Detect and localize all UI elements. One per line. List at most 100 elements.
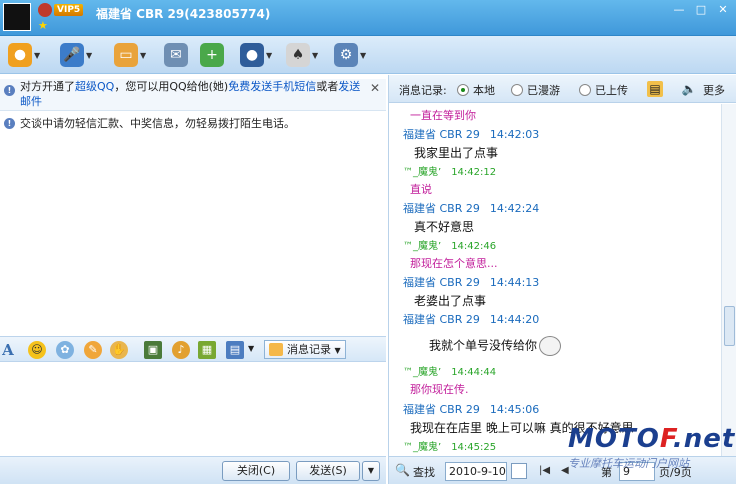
- sms-icon: +: [200, 43, 224, 67]
- radio-roamed[interactable]: 已漫游: [511, 82, 560, 98]
- super-qq-link[interactable]: 超级QQ: [75, 80, 114, 93]
- main-toolbar: ▼ 🎤 ▼ ▭ ▼ ✉ + ● ▼ ♠ ▼ ⚙ ▼: [0, 36, 736, 74]
- history-scrollbar[interactable]: [721, 104, 736, 456]
- chevron-down-icon[interactable]: ▼: [140, 51, 148, 60]
- maximize-button[interactable]: □: [692, 2, 710, 18]
- message-log[interactable]: 一直在等到你 福建省 CBR 29 14:42:03 我家里出了点事 ™_魔鬼’ 1…: [389, 104, 721, 456]
- message-sender: ™_魔鬼’ 14:44:44: [403, 363, 496, 378]
- message-time: 14:44:13: [489, 276, 540, 289]
- microphone-icon: 🎤: [60, 43, 84, 67]
- title-bar: VIP5 ★ 福建省 CBR 29(423805774) — □ ✕: [0, 0, 736, 36]
- send-bar: 关闭(C) 发送(S) ▼: [0, 456, 386, 484]
- date-field[interactable]: 2010-9-10: [445, 462, 507, 481]
- qq-penguin-icon: [38, 3, 52, 17]
- info-icon: !: [4, 85, 15, 96]
- sender-name: 福建省 CBR 29: [403, 313, 480, 326]
- history-header: 消息记录: 本地 已漫游 已上传 ▤ 🔈 更多: [389, 75, 736, 103]
- sender-name: ™_魔鬼’: [403, 367, 442, 378]
- chevron-down-icon[interactable]: ▼: [266, 51, 274, 60]
- sender-name: 福建省 CBR 29: [403, 276, 480, 289]
- message-sender: ™_魔鬼’ 14:42:46: [403, 237, 496, 252]
- notice-text: 对方开通了: [20, 80, 75, 93]
- sender-name: ™_魔鬼’: [403, 241, 442, 252]
- chevron-down-icon[interactable]: ▼: [360, 51, 368, 60]
- format-toolbar: A ☺ ✿ ✎ ✋ ▣ ♪ ▦ ▤ ▼ 消息记录 ▼: [0, 336, 386, 362]
- super-qq-notice: ! 对方开通了超级QQ，您可以用QQ给他(她)免费发送手机短信或者发送邮件 ✕: [0, 79, 386, 111]
- send-button[interactable]: 发送(S): [296, 461, 360, 481]
- font-icon[interactable]: A: [0, 341, 16, 359]
- screenshot-icon[interactable]: ▣: [144, 341, 162, 359]
- record-manager-icon[interactable]: ▤: [647, 81, 663, 97]
- window-controls: — □ ✕: [670, 2, 732, 18]
- radio-label: 本地: [473, 84, 495, 97]
- emoticon-icon: [539, 336, 562, 356]
- sms-button[interactable]: +: [200, 42, 224, 68]
- message-body: 我就个单号没传给你: [429, 338, 538, 353]
- notice-text: ，您可以用QQ给他(她): [114, 80, 229, 93]
- apps-button[interactable]: ● ▼: [240, 42, 274, 68]
- message-time: 14:42:46: [451, 241, 497, 252]
- message-sender: 福建省 CBR 29 14:44:13: [403, 274, 539, 290]
- radio-uploaded[interactable]: 已上传: [579, 82, 628, 98]
- free-sms-link[interactable]: 免费发送手机短信: [228, 80, 316, 93]
- message-input[interactable]: [0, 363, 386, 455]
- smiley-icon[interactable]: ☺: [28, 341, 46, 359]
- chevron-down-icon[interactable]: ▼: [312, 51, 320, 60]
- more-link[interactable]: 更多: [703, 82, 725, 98]
- shake-icon[interactable]: ✋: [110, 341, 128, 359]
- image-icon[interactable]: ▤: [226, 341, 244, 359]
- close-icon[interactable]: ✕: [370, 81, 380, 96]
- radio-dot: [457, 84, 469, 96]
- gift-icon[interactable]: ▦: [198, 341, 216, 359]
- search-label[interactable]: 查找: [413, 464, 435, 480]
- magic-face-icon[interactable]: ✿: [56, 341, 74, 359]
- gear-icon: ⚙: [334, 43, 358, 67]
- chevron-down-icon[interactable]: ▼: [86, 51, 94, 60]
- chat-display-area[interactable]: [0, 135, 386, 335]
- prev-page-icon[interactable]: ◀: [561, 465, 569, 476]
- sender-name: 福建省 CBR 29: [403, 202, 480, 215]
- message-sender: ™_魔鬼’ 14:45:25: [403, 438, 496, 453]
- app-icon: ●: [240, 43, 264, 67]
- message-sender: 福建省 CBR 29 14:44:20: [403, 311, 539, 327]
- minimize-button[interactable]: —: [670, 2, 688, 18]
- music-icon[interactable]: ♪: [172, 341, 190, 359]
- doodle-icon[interactable]: ✎: [84, 341, 102, 359]
- folder-icon: ▭: [114, 43, 138, 67]
- page-number-field[interactable]: 9: [619, 462, 655, 481]
- calendar-icon[interactable]: [511, 463, 527, 479]
- close-button[interactable]: 关闭(C): [222, 461, 290, 481]
- video-call-button[interactable]: ▼: [8, 42, 42, 68]
- sender-name: 福建省 CBR 29: [403, 128, 480, 141]
- speaker-icon[interactable]: 🔈: [681, 81, 697, 97]
- message-sender: ™_魔鬼’ 14:42:12: [403, 163, 496, 178]
- message-sender: 福建省 CBR 29 14:45:06: [403, 401, 539, 417]
- chevron-down-icon[interactable]: ▼: [34, 51, 42, 60]
- scroll-thumb[interactable]: [724, 306, 735, 346]
- message-history-pane: 消息记录: 本地 已漫游 已上传 ▤ 🔈 更多 一直在等到你 福建省 CBR 2…: [388, 75, 736, 484]
- message-text: 那现在怎个意思...: [410, 257, 498, 270]
- window-title: 福建省 CBR 29(423805774): [96, 7, 271, 21]
- search-icon[interactable]: 🔍: [395, 463, 410, 477]
- settings-button[interactable]: ⚙ ▼: [334, 42, 368, 68]
- message-record-icon: [269, 343, 283, 356]
- game-button[interactable]: ♠ ▼: [286, 42, 320, 68]
- first-page-icon[interactable]: |◀: [539, 465, 550, 476]
- voice-call-button[interactable]: 🎤 ▼: [60, 42, 94, 68]
- vip-badge[interactable]: VIP5: [54, 4, 84, 16]
- sender-name: ™_魔鬼’: [403, 167, 442, 178]
- chat-pane: ! 对方开通了超级QQ，您可以用QQ给他(她)免费发送手机短信或者发送邮件 ✕ …: [0, 75, 386, 484]
- email-button[interactable]: ✉: [164, 42, 188, 68]
- star-icon: ★: [38, 19, 48, 32]
- message-record-button[interactable]: 消息记录 ▼: [264, 340, 346, 359]
- send-options-button[interactable]: ▼: [362, 461, 380, 481]
- chevron-down-icon: ▼: [334, 346, 341, 355]
- close-window-button[interactable]: ✕: [714, 2, 732, 18]
- radio-local[interactable]: 本地: [457, 82, 495, 98]
- sender-name: ™_魔鬼’: [403, 442, 442, 453]
- message-text: 真不好意思: [414, 220, 475, 234]
- avatar[interactable]: [3, 3, 31, 31]
- message-sender: 福建省 CBR 29 14:42:03: [403, 126, 539, 142]
- send-file-button[interactable]: ▭ ▼: [114, 42, 148, 68]
- chevron-down-icon[interactable]: ▼: [248, 344, 254, 353]
